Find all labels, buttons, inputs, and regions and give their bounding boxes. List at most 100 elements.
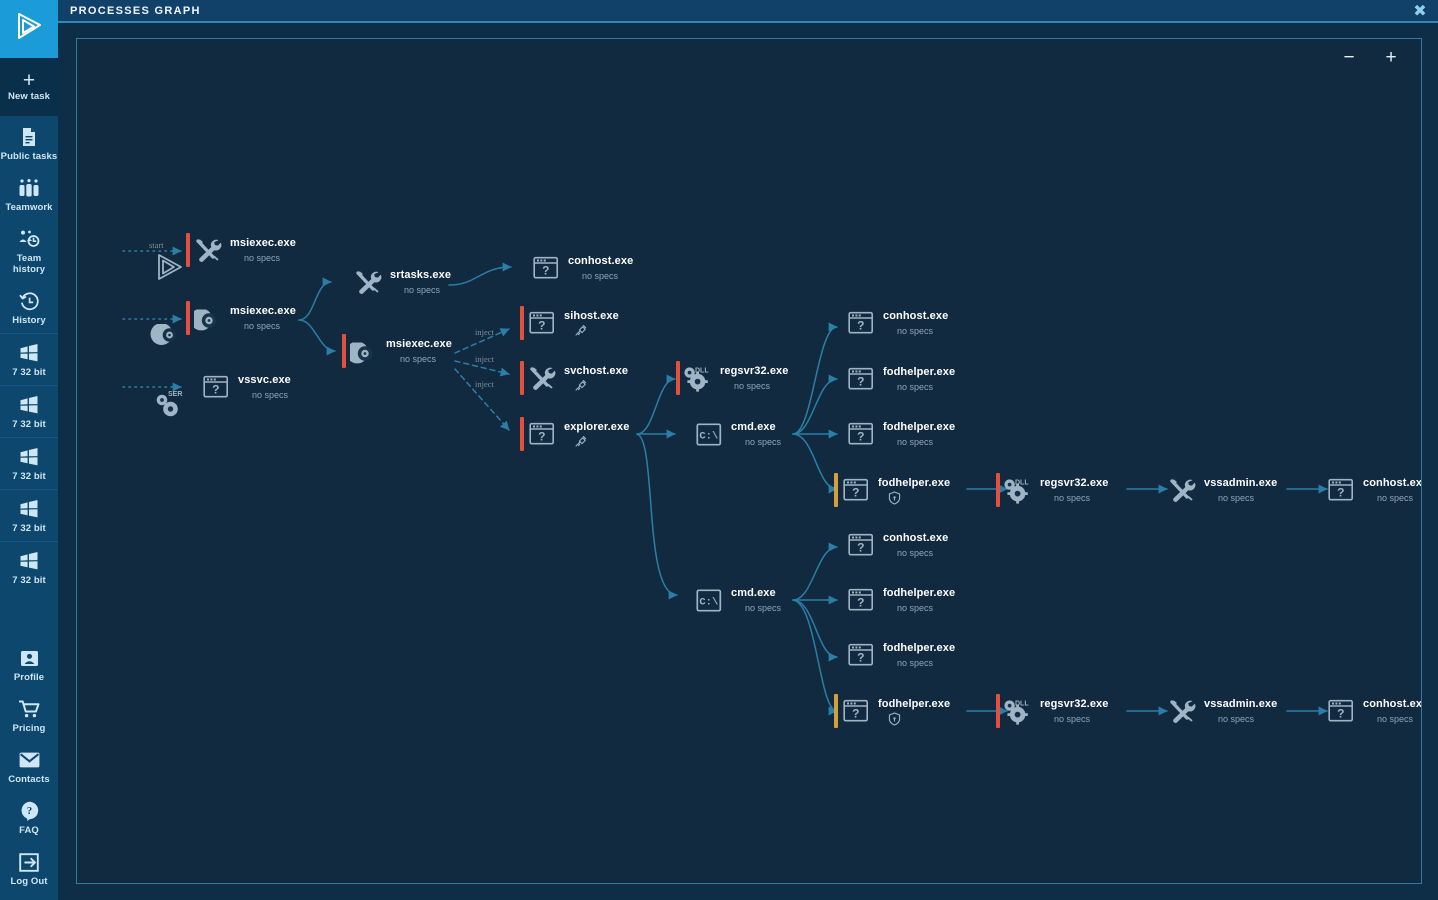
process-node[interactable]: ? fodhelper.exe no specs <box>839 417 955 451</box>
process-node[interactable]: ? conhost.exe no specs <box>524 251 633 285</box>
process-name: msiexec.exe <box>386 337 452 350</box>
process-node[interactable]: msiexec.exe no specs <box>186 233 296 267</box>
process-node[interactable]: msiexec.exe no specs <box>186 301 296 335</box>
edge-label: inject <box>475 327 494 337</box>
sidebar-machine-2[interactable]: 7 32 bit <box>0 437 58 489</box>
process-node[interactable]: srtasks.exe no specs <box>346 265 451 299</box>
process-node[interactable]: ? conhost.exe no specs <box>1319 473 1421 507</box>
process-name: vssadmin.exe <box>1204 476 1278 489</box>
verdict-bar-none <box>839 528 843 562</box>
windows-icon <box>18 394 40 416</box>
verdict-bar-none <box>839 306 843 340</box>
process-node[interactable]: ? conhost.exe no specs <box>839 528 948 562</box>
sidebar-item-history[interactable]: History <box>0 282 58 333</box>
process-node[interactable]: DLL regsvr32.exe no specs <box>996 694 1108 728</box>
process-name: fodhelper.exe <box>878 697 951 710</box>
new-task-button[interactable]: + New task <box>0 58 58 116</box>
process-node[interactable]: DLL regsvr32.exe no specs <box>996 473 1108 507</box>
window-q-icon: ? <box>201 371 231 403</box>
sidebar-machine-label: 7 32 bit <box>12 419 46 430</box>
sidebar-machine-3[interactable]: 7 32 bit <box>0 489 58 541</box>
window-q-icon: ? <box>841 474 871 506</box>
process-node[interactable]: ? sihost.exe <box>520 306 619 340</box>
tools-icon <box>527 362 557 394</box>
clock-icon <box>18 290 40 312</box>
user-card-icon <box>18 647 40 669</box>
verdict-bar-none <box>524 251 528 285</box>
sidebar-item-label: FAQ <box>19 825 39 836</box>
sidebar-item-profile[interactable]: Profile <box>0 639 58 690</box>
process-node[interactable]: msiexec.exe no specs <box>342 334 452 368</box>
logout-icon <box>18 851 40 873</box>
windows-icon <box>18 498 40 520</box>
process-node[interactable]: ? fodhelper.exe <box>834 473 950 507</box>
verdict-bar-none <box>346 265 350 299</box>
process-node[interactable]: ? explorer.exe <box>520 417 629 451</box>
verdict-bar-red <box>676 361 680 395</box>
process-name: msiexec.exe <box>230 236 296 249</box>
process-node[interactable]: ? fodhelper.exe <box>834 694 950 728</box>
sidebar-machine-1[interactable]: 7 32 bit <box>0 385 58 437</box>
document-icon <box>18 126 40 148</box>
windows-icon <box>18 446 40 468</box>
process-node[interactable]: ? conhost.exe no specs <box>1319 694 1422 728</box>
window-q-icon: ? <box>527 307 557 339</box>
svg-text:?: ? <box>857 651 864 665</box>
window-q-icon: ? <box>531 252 561 284</box>
svg-text:?: ? <box>852 486 859 500</box>
svg-text:?: ? <box>857 596 864 610</box>
process-node[interactable]: vssadmin.exe no specs <box>1160 694 1277 728</box>
process-node[interactable]: ? vssvc.exe no specs <box>194 370 291 404</box>
process-node[interactable]: DLL regsvr32.exe no specs <box>676 361 788 395</box>
app-logo[interactable] <box>0 0 58 58</box>
process-node[interactable]: vssadmin.exe no specs <box>1160 473 1277 507</box>
verdict-bar-none <box>839 638 843 672</box>
tools-icon <box>353 266 383 298</box>
verdict-bar-red <box>996 473 1000 507</box>
zoom-in-button[interactable]: + <box>1381 48 1401 69</box>
envelope-icon <box>18 749 40 771</box>
processes-graph-panel[interactable]: − + SER start inject inject inject msiex… <box>76 38 1422 884</box>
sidebar-item-contacts[interactable]: Contacts <box>0 741 58 792</box>
window-q-icon: ? <box>846 529 876 561</box>
process-specs: no specs <box>897 381 934 392</box>
sidebar-item-public-tasks[interactable]: Public tasks <box>0 118 58 169</box>
process-node[interactable]: ? fodhelper.exe no specs <box>839 362 955 396</box>
sidebar-item-log-out[interactable]: Log Out <box>0 843 58 894</box>
process-name: conhost.exe <box>1363 697 1422 710</box>
sidebar-item-faq[interactable]: ? FAQ <box>0 792 58 843</box>
process-specs: no specs <box>897 602 934 613</box>
process-specs: no specs <box>400 353 437 364</box>
process-name: conhost.exe <box>883 531 949 544</box>
sidebar-machine-4[interactable]: 7 32 bit <box>0 541 58 593</box>
process-node[interactable]: ? conhost.exe no specs <box>839 306 948 340</box>
plus-icon: + <box>22 69 36 92</box>
window-q-icon: ? <box>846 363 876 395</box>
new-task-label: New task <box>8 91 50 102</box>
process-node[interactable]: svchost.exe <box>520 361 628 395</box>
verdict-bar-none <box>1319 473 1323 507</box>
process-node[interactable]: ? fodhelper.exe no specs <box>839 583 955 617</box>
process-name: regsvr32.exe <box>720 364 789 377</box>
verdict-bar-none <box>687 583 691 617</box>
zoom-out-button[interactable]: − <box>1339 48 1359 69</box>
svg-text:?: ? <box>852 707 859 721</box>
close-icon[interactable]: ✖ <box>1410 2 1430 22</box>
sidebar-item-teamwork[interactable]: Teamwork <box>0 169 58 220</box>
sidebar-machine-0[interactable]: 7 32 bit <box>0 333 58 385</box>
window-q-icon: ? <box>846 307 876 339</box>
sidebar-item-pricing[interactable]: Pricing <box>0 690 58 741</box>
window-q-icon: ? <box>846 418 876 450</box>
syringe-icon <box>574 380 628 392</box>
sidebar-item-team-history[interactable]: Team history <box>0 220 58 282</box>
dll-gear-icon: DLL <box>1003 474 1033 506</box>
verdict-bar-amber <box>834 694 838 728</box>
process-node[interactable]: C:\ cmd.exe no specs <box>687 417 781 451</box>
process-specs: no specs <box>897 436 934 447</box>
process-node[interactable]: C:\ cmd.exe no specs <box>687 583 781 617</box>
page-title: PROCESSES GRAPH <box>70 4 201 17</box>
process-name: fodhelper.exe <box>883 365 956 378</box>
process-node[interactable]: ? fodhelper.exe no specs <box>839 638 955 672</box>
syringe-icon <box>574 436 629 448</box>
sidebar-item-label: Log Out <box>10 876 48 887</box>
